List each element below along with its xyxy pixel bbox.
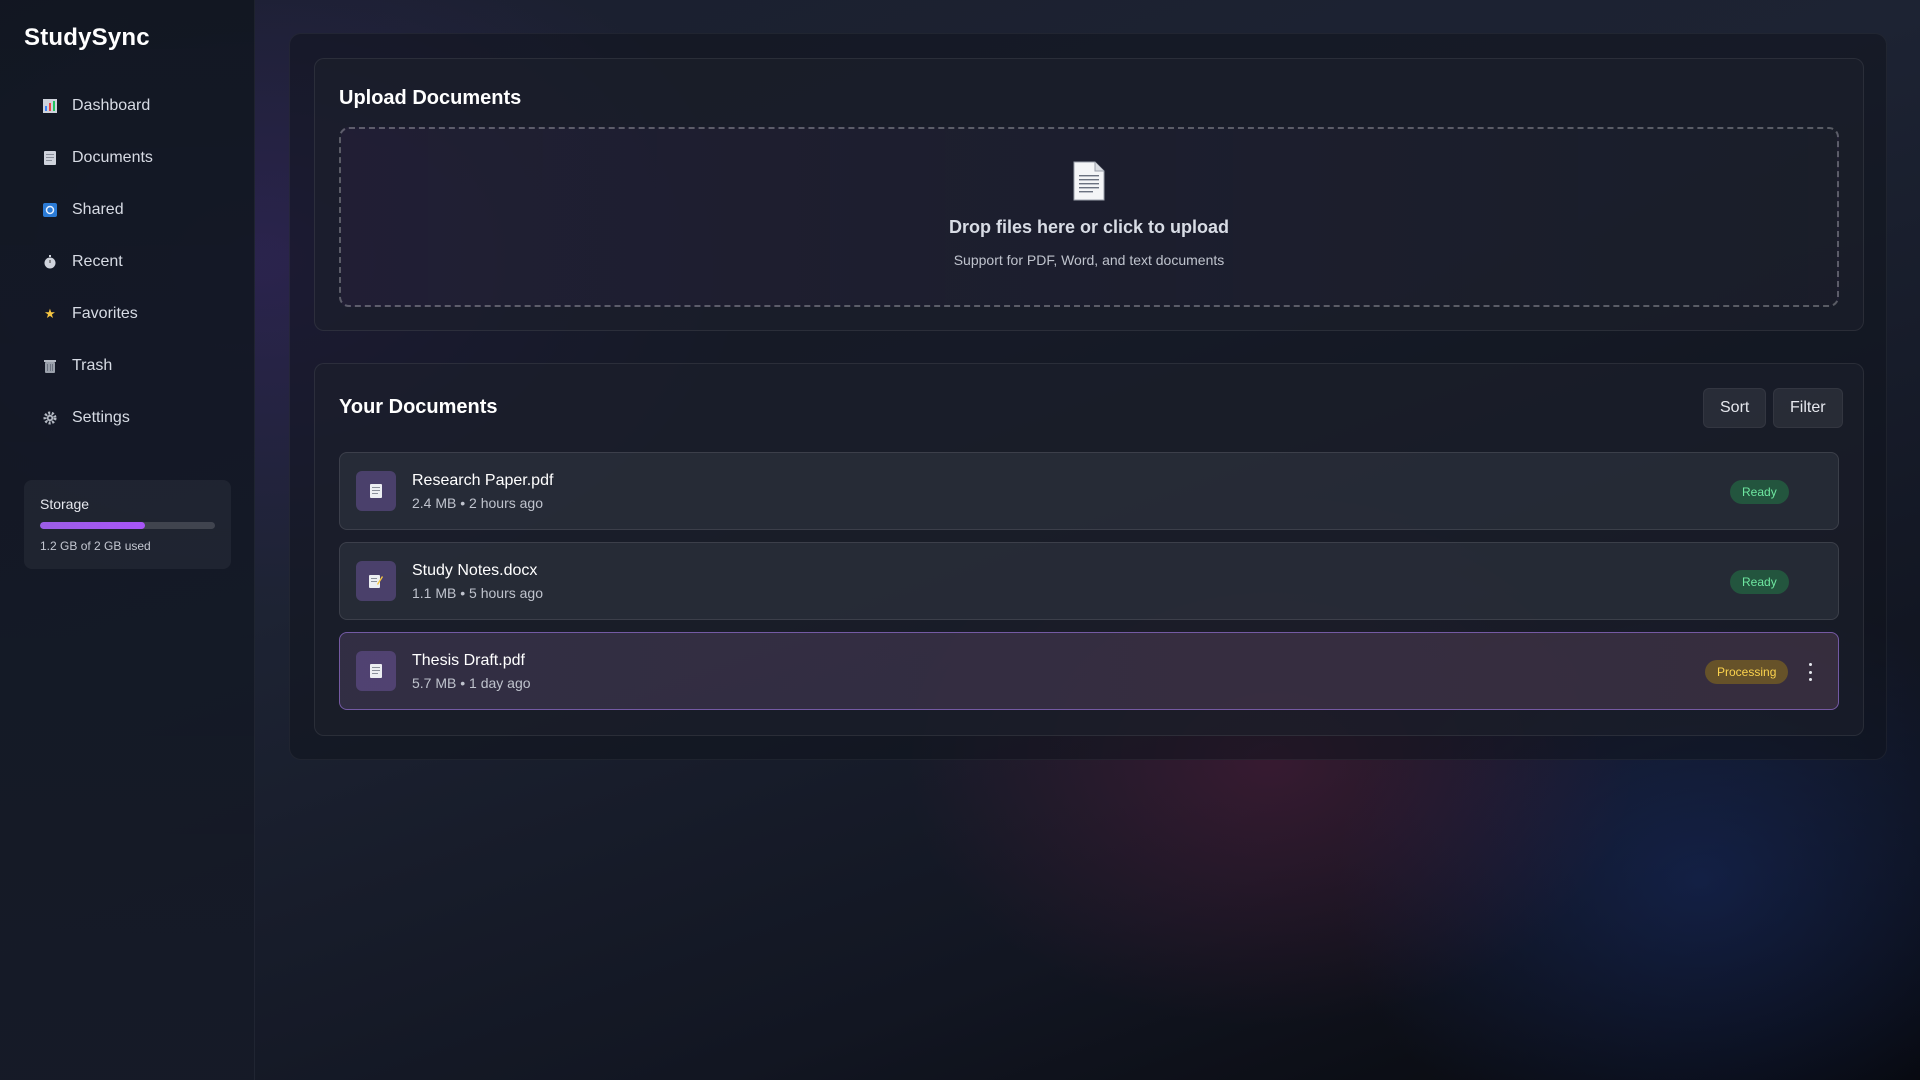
document-name: Thesis Draft.pdf [412,651,525,669]
app-logo: StudySync [24,24,150,51]
star-icon: ★ [44,306,56,321]
sidebar-item-label: Documents [72,149,153,166]
documents-card: Your Documents Sort Filter Research Pape… [314,363,1864,736]
document-name: Study Notes.docx [412,561,538,579]
sort-button[interactable]: Sort [1703,388,1767,428]
sidebar-item-settings[interactable]: Settings [24,392,230,444]
document-row[interactable]: Study Notes.docx 1.1 MB • 5 hours ago Re… [339,542,1839,620]
sidebar-item-shared[interactable]: Shared [24,184,230,236]
status-badge: Processing [1705,660,1789,684]
upload-card: Upload Documents Drop files here or clic… [314,58,1864,331]
upload-title: Upload Documents [339,87,522,109]
sidebar-item-label: Favorites [72,305,138,322]
document-row[interactable]: Research Paper.pdf 2.4 MB • 2 hours ago … [339,452,1839,530]
main-panel: Upload Documents Drop files here or clic… [289,33,1887,760]
sidebar-item-dashboard[interactable]: Dashboard [24,80,230,132]
notes-icon [356,561,396,601]
pdf-icon [356,471,396,511]
filter-button[interactable]: Filter [1773,388,1843,428]
storage-bar-fill [40,522,145,529]
sidebar: StudySync Dashboard Documents Shared Rec… [0,0,255,1080]
sidebar-item-label: Shared [72,201,124,218]
upload-dropzone[interactable]: Drop files here or click to upload Suppo… [339,127,1839,307]
sidebar-item-label: Settings [72,409,130,426]
sidebar-item-documents[interactable]: Documents [24,132,230,184]
clock-icon [42,254,58,270]
trash-icon [42,358,58,374]
status-badge: Ready [1730,480,1789,504]
storage-bar [40,522,215,529]
sidebar-item-recent[interactable]: Recent [24,236,230,288]
document-name: Research Paper.pdf [412,471,554,489]
dropzone-subtitle: Support for PDF, Word, and text document… [953,252,1225,268]
storage-title: Storage [40,496,90,512]
shared-icon [42,202,58,218]
document-icon [42,150,58,166]
storage-used-text: 1.2 GB of 2 GB used [40,539,151,553]
sidebar-item-label: Trash [72,357,113,374]
storage-widget: Storage 1.2 GB of 2 GB used [24,480,231,569]
sidebar-item-label: Recent [72,253,123,270]
document-meta: 1.1 MB • 5 hours ago [412,584,543,601]
gear-icon [42,410,58,426]
document-icon [1073,161,1105,201]
sidebar-nav: Dashboard Documents Shared Recent ★ Favo… [24,80,230,444]
dropzone-title: Drop files here or click to upload [948,217,1230,237]
document-meta: 5.7 MB • 1 day ago [412,674,531,691]
chart-icon [42,98,58,114]
status-badge: Ready [1730,570,1789,594]
more-options-icon[interactable] [1804,663,1816,681]
documents-title: Your Documents [339,396,498,418]
sidebar-item-label: Dashboard [72,97,151,114]
document-meta: 2.4 MB • 2 hours ago [412,494,543,511]
sidebar-item-favorites[interactable]: ★ Favorites [24,288,230,340]
sidebar-item-trash[interactable]: Trash [24,340,230,392]
pdf-icon [356,651,396,691]
document-row[interactable]: Thesis Draft.pdf 5.7 MB • 1 day ago Proc… [339,632,1839,710]
